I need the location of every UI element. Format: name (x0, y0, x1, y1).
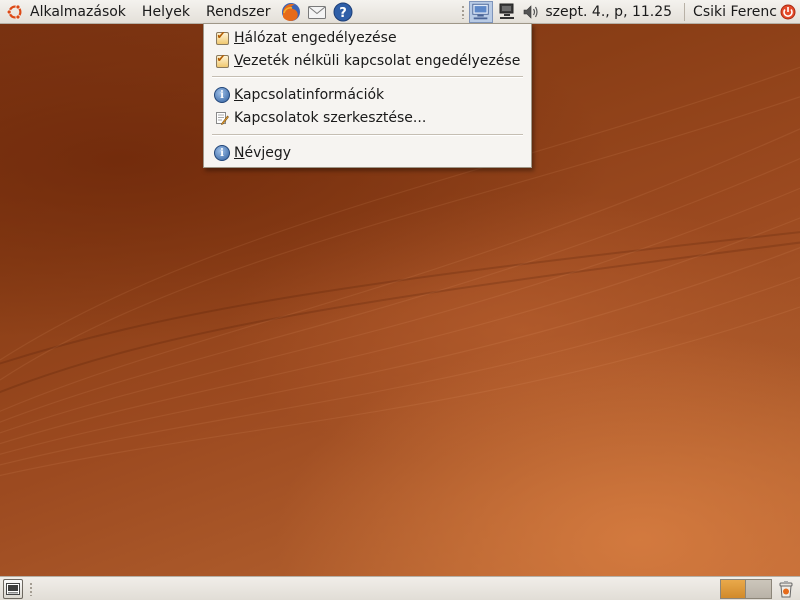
clock[interactable]: szept. 4., p, 11.25 (541, 0, 678, 24)
firefox-icon[interactable] (280, 1, 302, 23)
menu-item-label: Névjegy (234, 145, 292, 161)
info-icon: i (214, 87, 230, 103)
panel-separator (684, 2, 686, 21)
user-menu[interactable]: Csiki Ferenc (691, 0, 780, 24)
top-panel: Alkalmazások Helyek Rendszer ? szept. 4.… (0, 0, 800, 24)
menu-item-enable-wireless[interactable]: Vezeték nélküli kapcsolat engedélyezése (204, 50, 531, 72)
checkbox-checked-icon[interactable] (214, 29, 230, 46)
trash-icon[interactable] (776, 579, 796, 599)
places-menu[interactable]: Helyek (134, 0, 198, 24)
panel-grip (29, 581, 34, 596)
network-wired-icon[interactable] (497, 2, 519, 22)
menu-separator (212, 134, 523, 136)
network-manager-icon[interactable] (469, 0, 494, 23)
menu-item-enable-networking[interactable]: Hálózat engedélyezése (204, 27, 531, 49)
edit-icon (214, 110, 230, 126)
menu-item-label: Kapcsolatok szerkesztése... (234, 110, 427, 126)
menu-item-label: Kapcsolatinformációk (234, 87, 385, 103)
menu-item-edit-connections[interactable]: Kapcsolatok szerkesztése... (204, 107, 531, 129)
show-desktop-icon (6, 582, 20, 595)
volume-icon[interactable] (521, 2, 541, 22)
help-icon[interactable]: ? (332, 1, 354, 23)
show-desktop-button[interactable] (3, 578, 23, 599)
shutdown-icon[interactable] (780, 4, 796, 20)
menu-separator (212, 76, 523, 78)
applications-menu[interactable]: Alkalmazások (30, 0, 134, 24)
mail-icon[interactable] (306, 1, 328, 23)
menu-item-about[interactable]: i Névjegy (204, 142, 531, 164)
bottom-panel (0, 576, 800, 600)
system-menu[interactable]: Rendszer (198, 0, 278, 24)
checkbox-checked-icon[interactable] (214, 52, 230, 69)
menu-item-connection-info[interactable]: i Kapcsolatinformációk (204, 84, 531, 106)
menu-item-label: Hálózat engedélyezése (234, 30, 397, 46)
panel-grip (461, 4, 467, 19)
about-icon: i (214, 145, 230, 161)
ubuntu-logo-icon[interactable] (6, 3, 24, 21)
workspace-2[interactable] (746, 579, 772, 599)
workspace-1[interactable] (720, 579, 746, 599)
desktop: Alkalmazások Helyek Rendszer ? szept. 4.… (0, 0, 800, 600)
menu-item-label: Vezeték nélküli kapcsolat engedélyezése (234, 53, 521, 69)
svg-text:?: ? (340, 6, 348, 21)
network-context-menu: Hálózat engedélyezése Vezeték nélküli ka… (203, 23, 532, 168)
